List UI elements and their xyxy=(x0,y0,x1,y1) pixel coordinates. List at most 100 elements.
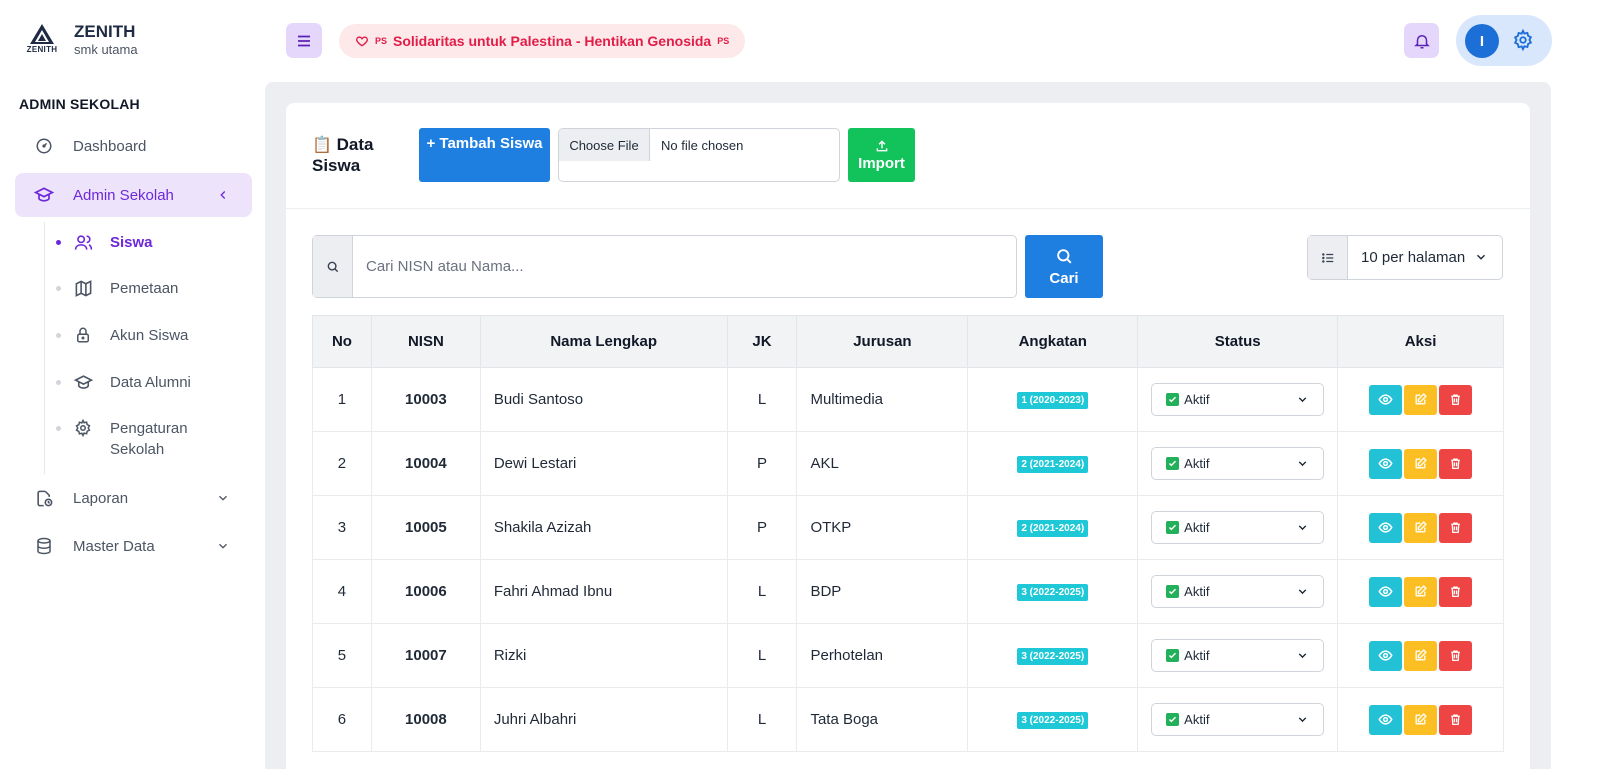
table-row: 2 10004 Dewi Lestari P AKL 2 (2021-2024)… xyxy=(312,431,1504,496)
submenu-dot xyxy=(56,286,61,291)
cell-jk: L xyxy=(726,559,798,624)
cell-no: 3 xyxy=(312,495,372,560)
status-select[interactable]: Aktif xyxy=(1151,383,1325,416)
view-button[interactable] xyxy=(1369,704,1403,735)
view-button[interactable] xyxy=(1369,640,1403,671)
import-button[interactable]: Import xyxy=(848,128,915,182)
row-jk: L xyxy=(757,711,767,728)
edit-button[interactable] xyxy=(1404,704,1438,735)
row-jurusan: Perhotelan xyxy=(810,647,884,664)
sidebar-item-admin-sekolah[interactable]: Admin Sekolah xyxy=(15,173,252,217)
row-no: 5 xyxy=(337,647,347,664)
row-jk: P xyxy=(757,519,768,536)
edit-button[interactable] xyxy=(1404,448,1438,479)
sidebar-item-laporan[interactable]: Laporan xyxy=(15,476,252,520)
user-menu[interactable]: I xyxy=(1456,15,1552,66)
delete-button[interactable] xyxy=(1439,576,1473,607)
table-row: 6 10008 Juhri Albahri L Tata Boga 3 (202… xyxy=(312,687,1504,752)
cell-jk: P xyxy=(726,495,798,560)
status-select[interactable]: Aktif xyxy=(1151,447,1325,480)
hamburger-menu-button[interactable] xyxy=(286,23,322,58)
row-nisn: 10004 xyxy=(405,455,447,472)
sidebar-item-dashboard[interactable]: Dashboard xyxy=(15,124,252,168)
cell-nisn: 10003 xyxy=(370,367,481,432)
delete-button[interactable] xyxy=(1439,640,1473,671)
column-header: JK xyxy=(726,315,798,368)
edit-button[interactable] xyxy=(1404,576,1438,607)
database-icon xyxy=(33,535,55,557)
delete-button[interactable] xyxy=(1439,384,1473,415)
sidebar-item-label: Admin Sekolah xyxy=(73,186,174,204)
table-row: 3 10005 Shakila Azizah P OTKP 2 (2021-20… xyxy=(312,495,1504,560)
search-icon xyxy=(313,236,353,297)
sidebar-subitem-akun-siswa[interactable]: Akun Siswa xyxy=(56,325,246,346)
edit-button[interactable] xyxy=(1404,384,1438,415)
row-nisn: 10003 xyxy=(405,391,447,408)
cell-angkatan: 3 (2022-2025) xyxy=(967,687,1139,752)
cell-no: 5 xyxy=(312,623,372,688)
column-header: Nama Lengkap xyxy=(479,315,728,368)
search-input[interactable] xyxy=(354,236,1016,297)
chevron-down-icon xyxy=(1296,585,1309,602)
submenu-dot xyxy=(56,333,61,338)
eye-icon xyxy=(1378,650,1393,661)
view-button[interactable] xyxy=(1369,448,1403,479)
row-jurusan: Tata Boga xyxy=(810,711,879,728)
zenith-logo-icon: ZENITH xyxy=(22,22,62,58)
table-row: 5 10007 Rizki L Perhotelan 3 (2022-2025)… xyxy=(312,623,1504,688)
submenu-dot xyxy=(56,380,61,385)
cell-nama: Juhri Albahri xyxy=(479,687,728,752)
delete-button[interactable] xyxy=(1439,512,1473,543)
clipboard-icon: 📋 xyxy=(312,137,332,154)
delete-button[interactable] xyxy=(1439,704,1473,735)
cell-nisn: 10006 xyxy=(370,559,481,624)
logo-wordmark: ZENITH xyxy=(26,45,58,54)
angkatan-badge: 3 (2022-2025) xyxy=(1017,712,1089,729)
status-select[interactable]: Aktif xyxy=(1151,575,1325,608)
status-select[interactable]: Aktif xyxy=(1151,639,1325,672)
edit-icon xyxy=(1415,393,1427,405)
brand[interactable]: ZENITH ZENITH smk utama xyxy=(22,22,138,58)
notification-button[interactable] xyxy=(1404,23,1439,58)
sidebar-item-master-data[interactable]: Master Data xyxy=(15,524,252,568)
add-student-button[interactable]: + Tambah Siswa xyxy=(419,128,550,182)
search-button[interactable]: Cari xyxy=(1025,235,1103,298)
cell-angkatan: 3 (2022-2025) xyxy=(967,559,1139,624)
per-page-select[interactable]: 10 per halaman xyxy=(1307,235,1503,280)
cell-nama: Budi Santoso xyxy=(479,367,728,432)
avatar[interactable]: I xyxy=(1465,24,1499,58)
solidarity-banner: PS Solidaritas untuk Palestina - Hentika… xyxy=(339,24,746,58)
angkatan-badge: 1 (2020-2023) xyxy=(1017,392,1089,409)
sidebar-subitem-pemetaan[interactable]: Pemetaan xyxy=(56,278,246,299)
sidebar-subitem-pengaturan-sekolah[interactable]: Pengaturan Sekolah xyxy=(56,418,246,460)
row-jurusan: AKL xyxy=(810,455,839,472)
cell-status: Aktif xyxy=(1137,623,1339,688)
gauge-icon xyxy=(33,135,55,157)
choose-file-button[interactable]: Choose File xyxy=(559,129,650,161)
view-button[interactable] xyxy=(1369,384,1403,415)
status-select[interactable]: Aktif xyxy=(1151,511,1325,544)
sidebar-subitem-data-alumni[interactable]: Data Alumni xyxy=(56,372,246,393)
delete-button[interactable] xyxy=(1439,448,1473,479)
trash-icon xyxy=(1451,650,1460,662)
edit-button[interactable] xyxy=(1404,512,1438,543)
column-header: Jurusan xyxy=(796,315,969,368)
trash-icon xyxy=(1451,522,1460,534)
cell-angkatan: 2 (2021-2024) xyxy=(967,495,1139,560)
status-value: Aktif xyxy=(1184,520,1210,535)
row-no: 6 xyxy=(337,711,347,728)
edit-button[interactable] xyxy=(1404,640,1438,671)
settings-gear-icon[interactable] xyxy=(1510,27,1536,53)
file-input[interactable]: Choose File No file chosen xyxy=(558,128,840,182)
row-jk: L xyxy=(757,583,767,600)
status-select[interactable]: Aktif xyxy=(1151,703,1325,736)
row-nama: Rizki xyxy=(493,647,527,664)
flag-tag-right: PS xyxy=(717,36,730,46)
view-button[interactable] xyxy=(1369,576,1403,607)
cell-jurusan: BDP xyxy=(796,559,969,624)
sidebar-subitem-siswa[interactable]: Siswa xyxy=(56,232,246,253)
submenu-dot xyxy=(56,426,61,431)
cell-jurusan: Multimedia xyxy=(796,367,969,432)
view-button[interactable] xyxy=(1369,512,1403,543)
check-icon xyxy=(1166,521,1180,534)
